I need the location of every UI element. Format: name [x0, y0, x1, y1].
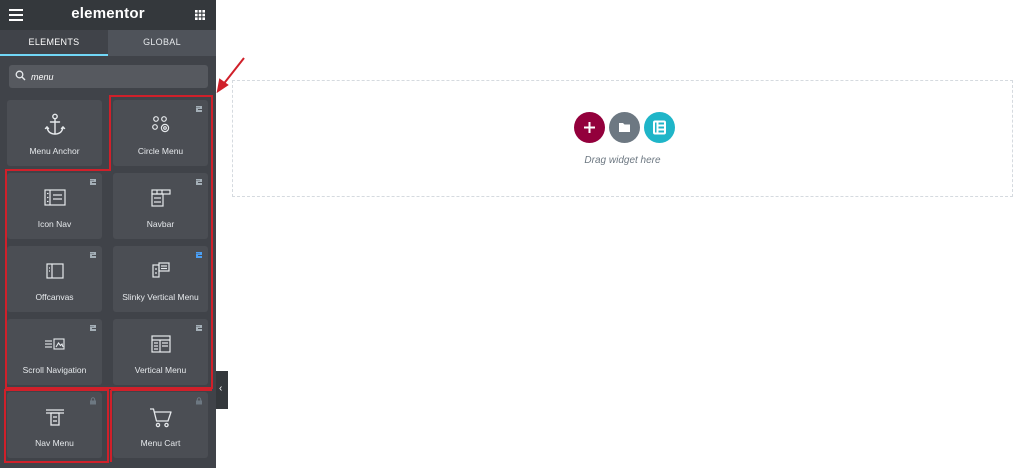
anchor-icon: [44, 113, 65, 135]
search-input[interactable]: [31, 68, 201, 85]
widget-label: Nav Menu: [35, 438, 74, 448]
widget-slinky-vertical-menu[interactable]: Slinky Vertical Menu: [113, 246, 208, 312]
search-box: [9, 65, 208, 88]
element-pack-badge-icon: [90, 252, 96, 258]
drag-widget-hint: Drag widget here: [584, 155, 661, 166]
brand-logo-text: elementor: [71, 5, 145, 22]
chevron-left-icon: ‹: [219, 383, 223, 394]
vertical-menu-icon: [150, 335, 171, 353]
widget-navbar[interactable]: Navbar: [113, 173, 208, 239]
search-icon: [15, 70, 26, 81]
widget-nav-menu[interactable]: Nav Menu: [7, 392, 102, 458]
element-pack-badge-icon: [196, 179, 202, 185]
widget-label: Circle Menu: [137, 146, 184, 156]
lock-icon: [196, 397, 202, 405]
element-pack-badge-icon: [90, 179, 96, 185]
widget-label: Scroll Navigation: [22, 365, 87, 375]
slinky-menu-icon: [151, 262, 170, 278]
widget-icon-nav[interactable]: Icon Nav: [7, 173, 102, 239]
grid-icon[interactable]: [195, 10, 205, 20]
widget-scroll-navigation[interactable]: Scroll Navigation: [7, 319, 102, 385]
widget-label: Offcanvas: [35, 292, 74, 302]
tab-global[interactable]: GLOBAL: [108, 30, 216, 56]
widget-offcanvas[interactable]: Offcanvas: [7, 246, 102, 312]
widget-label: Icon Nav: [37, 219, 72, 229]
circle-menu-icon: [151, 116, 169, 133]
lock-icon: [90, 397, 96, 405]
widget-menu-anchor[interactable]: Menu Anchor: [7, 100, 102, 166]
offcanvas-icon: [45, 263, 64, 279]
widget-label: Menu Cart: [140, 438, 181, 448]
element-pack-badge-icon: [90, 325, 96, 331]
panel-tabs: ELEMENTS GLOBAL: [0, 30, 216, 56]
kit-logo-icon: [653, 120, 666, 135]
widget-circle-menu[interactable]: Circle Menu: [113, 100, 208, 166]
panel-header: elementor: [0, 0, 216, 30]
collapse-panel-button[interactable]: ‹: [216, 371, 228, 409]
folder-icon: [619, 123, 630, 132]
element-pack-badge-icon: [196, 106, 202, 112]
nav-menu-icon: [45, 409, 64, 426]
tab-elements[interactable]: ELEMENTS: [0, 30, 108, 56]
template-kit-button[interactable]: [644, 112, 675, 143]
cart-icon: [149, 408, 172, 428]
widget-label: Vertical Menu: [134, 365, 187, 375]
element-pack-badge-icon: [196, 325, 202, 331]
scroll-nav-icon: [44, 338, 65, 350]
widget-menu-cart[interactable]: Menu Cart: [113, 392, 208, 458]
navbar-icon: [150, 189, 171, 207]
add-template-button[interactable]: [609, 112, 640, 143]
widget-label: Menu Anchor: [29, 146, 80, 156]
widget-label: Slinky Vertical Menu: [122, 292, 199, 302]
add-section-button[interactable]: [574, 112, 605, 143]
widget-label: Navbar: [146, 219, 175, 229]
element-pack-badge-icon: [196, 252, 202, 258]
widget-vertical-menu[interactable]: Vertical Menu: [113, 319, 208, 385]
plus-icon: [584, 122, 595, 133]
icon-nav-icon: [43, 189, 66, 206]
